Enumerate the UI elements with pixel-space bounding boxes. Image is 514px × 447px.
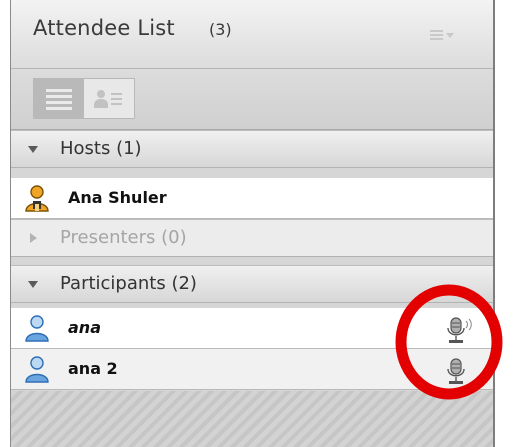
pod-options-menu-icon[interactable] [430,30,454,42]
attendee-detail-view-icon[interactable] [85,79,134,118]
host-avatar-icon [25,185,49,212]
pod-title: Attendee List [33,16,175,40]
view-toolbar [11,69,493,130]
list-view-icon[interactable] [34,79,84,118]
pod-titlebar: Attendee List (3) [11,0,493,69]
highlight-circle-annotation [395,284,503,400]
view-mode-toggle [33,78,135,119]
section-hosts-label: Hosts (1) [60,138,142,159]
collapse-triangle-icon[interactable] [28,146,38,153]
participant-avatar-icon [25,356,49,383]
participant-avatar-icon [25,315,49,342]
attendee-name: ana [68,318,101,337]
attendee-name: ana 2 [68,359,118,378]
attendee-name: Ana Shuler [68,188,167,207]
attendee-count: (3) [209,20,232,39]
attendee-row[interactable]: Ana Shuler [11,178,493,219]
section-hosts[interactable]: Hosts (1) [11,130,493,168]
section-presenters[interactable]: Presenters (0) [11,219,493,257]
collapse-triangle-icon[interactable] [28,281,38,288]
section-presenters-label: Presenters (0) [60,227,187,248]
section-participants-label: Participants (2) [60,273,197,294]
expand-triangle-icon[interactable] [30,233,37,243]
